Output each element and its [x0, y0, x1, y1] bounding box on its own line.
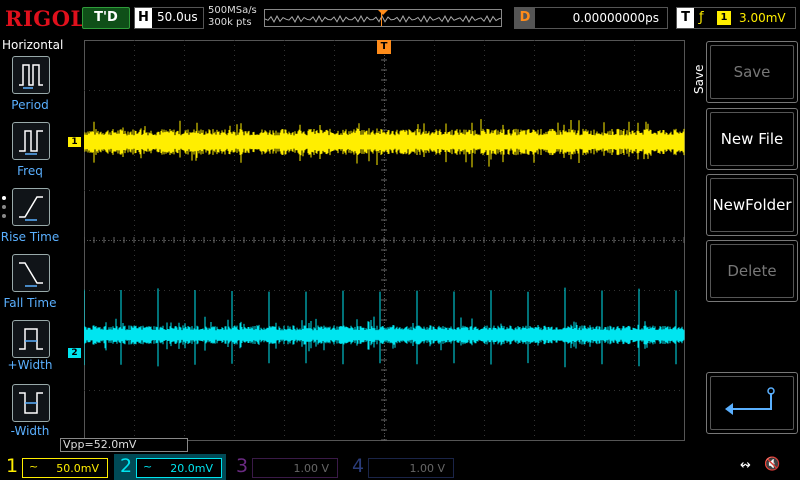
delay-label: D	[515, 8, 535, 28]
enter-button[interactable]	[706, 372, 798, 434]
sound-mute-icon[interactable]: 🔇	[764, 457, 780, 472]
new-file-button[interactable]: New File	[706, 108, 798, 170]
trigger-source: 1	[717, 11, 731, 25]
acquisition-info: 500MSa/s 300k pts	[208, 5, 257, 29]
waveform-display[interactable]	[84, 40, 685, 441]
rise-time-icon	[19, 196, 43, 221]
rising-edge-icon: ƒ	[699, 10, 704, 25]
waveform-traces	[84, 119, 685, 368]
timebase-label: H	[135, 8, 152, 28]
ch1-offset-marker[interactable]: 1	[68, 137, 81, 147]
channel-4-tab[interactable]: 4 1.00 V	[346, 454, 458, 480]
memory-overview-bar[interactable]	[264, 9, 502, 27]
neg-width-icon	[19, 392, 43, 414]
timebase-value: 50.0us	[157, 10, 198, 24]
save-menu: Save Save New File NewFolder Delete	[686, 38, 800, 450]
save-button[interactable]: Save	[706, 41, 798, 103]
trigger-position-marker-icon	[378, 10, 388, 15]
horizontal-measure-menu: Horizontal Period Freq Rise Time Fall Ti…	[0, 38, 64, 450]
neg-width-label: -Width	[10, 424, 50, 438]
memory-depth: 300k pts	[208, 17, 252, 28]
rise-time-label: Rise Time	[0, 230, 60, 244]
menu-title: Horizontal	[2, 38, 64, 52]
fall-time-label: Fall Time	[3, 296, 57, 310]
pos-width-label: +Width	[7, 358, 53, 372]
channel-4-scale: 1.00 V	[409, 462, 445, 475]
period-icon	[19, 64, 43, 89]
delete-button[interactable]: Delete	[706, 240, 798, 302]
channel-2-scale: 20.0mV	[170, 462, 213, 475]
save-menu-title: Save	[692, 64, 706, 94]
channel-3-scale: 1.00 V	[293, 462, 329, 475]
fall-time-icon	[19, 262, 43, 287]
save-button-label: Save	[710, 45, 794, 99]
memory-waveform-overview	[265, 10, 501, 26]
freq-icon	[19, 130, 43, 155]
new-file-label: New File	[710, 112, 794, 166]
channel-2-number: 2	[120, 455, 133, 477]
trigger-level: 3.00mV	[739, 11, 786, 25]
top-status-bar: RIGOL T'D H 50.0us 500MSa/s 300k pts D 0…	[0, 0, 800, 38]
vpp-measurement[interactable]: Vpp=52.0mV	[60, 438, 188, 452]
pos-width-icon	[19, 328, 43, 350]
trigger-position-marker[interactable]: T	[377, 40, 391, 54]
horizontal-delay[interactable]: D 0.00000000ps	[514, 7, 668, 29]
horizontal-timebase[interactable]: H 50.0us	[134, 7, 204, 29]
channel-1-tab[interactable]: 1 ~ 50.0mV	[0, 454, 112, 480]
measure-freq-button[interactable]	[12, 122, 50, 160]
brand-logo: RIGOL	[5, 6, 86, 31]
channel-4-number: 4	[352, 455, 365, 477]
channel-3-tab[interactable]: 3 1.00 V	[230, 454, 342, 480]
trigger-label: T	[677, 8, 694, 28]
menu-page-indicator	[2, 196, 8, 223]
channel-1-number: 1	[6, 455, 19, 477]
channel-status-bar: 1 ~ 50.0mV 2 ~ 20.0mV 3 1.00 V 4 1.00 V …	[0, 454, 800, 480]
measure-pos-width-button[interactable]	[12, 320, 50, 358]
channel-3-number: 3	[236, 455, 249, 477]
measure-rise-time-button[interactable]	[12, 188, 50, 226]
measure-neg-width-button[interactable]	[12, 384, 50, 422]
delete-label: Delete	[710, 244, 794, 298]
channel-2-coupling: ~	[143, 460, 153, 473]
ch1-waveform	[84, 119, 685, 168]
channel-2-tab[interactable]: 2 ~ 20.0mV	[114, 454, 226, 480]
channel-1-scale: 50.0mV	[56, 462, 99, 475]
measure-fall-time-button[interactable]	[12, 254, 50, 292]
enter-return-icon	[725, 387, 775, 415]
trigger-settings[interactable]: T ƒ 1 3.00mV	[676, 7, 796, 29]
period-label: Period	[11, 98, 49, 112]
channel-1-coupling: ~	[29, 460, 39, 473]
ch2-waveform	[84, 287, 685, 368]
measure-period-button[interactable]	[12, 56, 50, 94]
ch2-offset-marker[interactable]: 2	[68, 348, 81, 358]
new-folder-button[interactable]: NewFolder	[706, 174, 798, 236]
new-folder-label: NewFolder	[710, 178, 794, 232]
sample-rate: 500MSa/s	[208, 5, 257, 16]
usb-icon: ↭	[740, 458, 751, 473]
trigger-status-badge: T'D	[82, 7, 130, 29]
delay-value: 0.00000000ps	[572, 11, 659, 25]
freq-label: Freq	[17, 164, 43, 178]
